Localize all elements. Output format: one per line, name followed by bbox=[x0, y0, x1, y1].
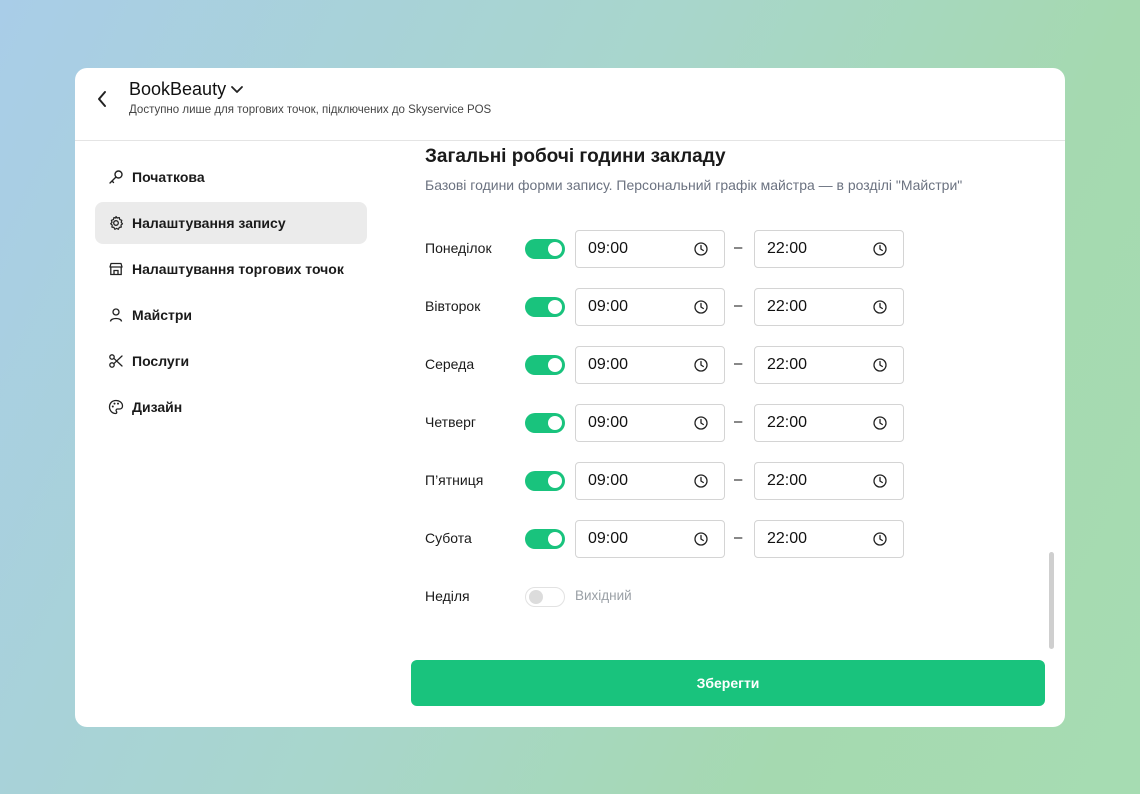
settings-window: BookBeauty Доступно лише для торгових то… bbox=[75, 68, 1065, 727]
day-row-wednesday: Середа 09:00 – 22:00 bbox=[425, 346, 925, 384]
day-row-sunday: Неділя Вихідний bbox=[425, 578, 925, 616]
sidebar-item-label: Налаштування запису bbox=[132, 215, 286, 231]
day-name: Вівторок bbox=[425, 298, 481, 314]
time-to-input[interactable]: 22:00 bbox=[754, 462, 904, 500]
range-separator: – bbox=[734, 297, 743, 314]
day-row-thursday: Четверг 09:00 – 22:00 bbox=[425, 404, 925, 442]
day-toggle[interactable] bbox=[525, 355, 565, 375]
clock-icon[interactable] bbox=[694, 358, 708, 372]
clock-icon[interactable] bbox=[873, 416, 887, 430]
day-toggle[interactable] bbox=[525, 529, 565, 549]
clock-icon[interactable] bbox=[694, 416, 708, 430]
header-subtitle: Доступно лише для торгових точок, підклю… bbox=[129, 104, 492, 116]
sidebar-item-outlet-settings[interactable]: Налаштування торгових точок bbox=[95, 248, 367, 290]
time-to-input[interactable]: 22:00 bbox=[754, 230, 904, 268]
app-name: BookBeauty bbox=[129, 79, 227, 99]
clock-icon[interactable] bbox=[694, 300, 708, 314]
app-switcher[interactable]: BookBeauty bbox=[129, 79, 244, 100]
scrollbar[interactable] bbox=[1049, 552, 1054, 649]
day-toggle[interactable] bbox=[525, 297, 565, 317]
sidebar-item-label: Початкова bbox=[132, 169, 205, 185]
sidebar-item-masters[interactable]: Майстри bbox=[95, 294, 367, 336]
clock-icon[interactable] bbox=[694, 532, 708, 546]
day-name: Субота bbox=[425, 530, 472, 546]
chevron-left-icon bbox=[98, 91, 106, 107]
user-icon bbox=[107, 306, 125, 324]
key-icon bbox=[107, 168, 125, 186]
day-row-friday: П’ятниця 09:00 – 22:00 bbox=[425, 462, 925, 500]
day-toggle[interactable] bbox=[525, 413, 565, 433]
day-name: Четверг bbox=[425, 414, 477, 430]
day-name: Середа bbox=[425, 356, 475, 372]
clock-icon[interactable] bbox=[873, 474, 887, 488]
sidebar-item-label: Дизайн bbox=[132, 399, 183, 415]
clock-icon[interactable] bbox=[873, 242, 887, 256]
day-name: Понеділок bbox=[425, 240, 492, 256]
save-button[interactable]: Зберегти bbox=[411, 660, 1045, 706]
store-icon bbox=[107, 260, 125, 278]
scissors-icon bbox=[107, 352, 125, 370]
sidebar-item-label: Майстри bbox=[132, 307, 193, 323]
sidebar-item-design[interactable]: Дизайн bbox=[95, 386, 367, 428]
clock-icon[interactable] bbox=[873, 358, 887, 372]
gear-icon bbox=[107, 214, 125, 232]
day-off-label: Вихідний bbox=[575, 588, 632, 603]
sidebar: Початкова Налаштування запису Налаштуван… bbox=[95, 156, 367, 432]
palette-icon bbox=[107, 398, 125, 416]
time-to-input[interactable]: 22:00 bbox=[754, 520, 904, 558]
sidebar-item-start[interactable]: Початкова bbox=[95, 156, 367, 198]
range-separator: – bbox=[734, 413, 743, 430]
clock-icon[interactable] bbox=[873, 300, 887, 314]
time-from-input[interactable]: 09:00 bbox=[575, 520, 725, 558]
time-from-input[interactable]: 09:00 bbox=[575, 404, 725, 442]
time-from-input[interactable]: 09:00 bbox=[575, 462, 725, 500]
section-description: Базові години форми запису. Персональний… bbox=[425, 177, 963, 193]
sidebar-item-label: Послуги bbox=[132, 353, 190, 369]
range-separator: – bbox=[734, 471, 743, 488]
day-row-saturday: Субота 09:00 – 22:00 bbox=[425, 520, 925, 558]
header: BookBeauty Доступно лише для торгових то… bbox=[75, 68, 1065, 141]
range-separator: – bbox=[734, 529, 743, 546]
clock-icon[interactable] bbox=[873, 532, 887, 546]
range-separator: – bbox=[734, 355, 743, 372]
time-to-input[interactable]: 22:00 bbox=[754, 404, 904, 442]
time-from-input[interactable]: 09:00 bbox=[575, 346, 725, 384]
chevron-down-icon bbox=[231, 85, 243, 93]
time-to-input[interactable]: 22:00 bbox=[754, 288, 904, 326]
range-separator: – bbox=[734, 239, 743, 256]
day-toggle[interactable] bbox=[525, 239, 565, 259]
day-row-monday: Понеділок 09:00 – 22:00 bbox=[425, 230, 925, 268]
clock-icon[interactable] bbox=[694, 474, 708, 488]
clock-icon[interactable] bbox=[694, 242, 708, 256]
back-button[interactable] bbox=[91, 88, 113, 110]
time-to-input[interactable]: 22:00 bbox=[754, 346, 904, 384]
time-from-input[interactable]: 09:00 bbox=[575, 230, 725, 268]
day-name: П’ятниця bbox=[425, 472, 484, 488]
day-name: Неділя bbox=[425, 588, 470, 604]
day-toggle[interactable] bbox=[525, 587, 565, 607]
time-from-input[interactable]: 09:00 bbox=[575, 288, 725, 326]
sidebar-item-label: Налаштування торгових точок bbox=[132, 261, 344, 277]
main-content: Загальні робочі години закладу Базові го… bbox=[425, 146, 1045, 607]
day-row-tuesday: Вівторок 09:00 – 22:00 bbox=[425, 288, 925, 326]
day-toggle[interactable] bbox=[525, 471, 565, 491]
sidebar-item-services[interactable]: Послуги bbox=[95, 340, 367, 382]
sidebar-item-booking-settings[interactable]: Налаштування запису bbox=[95, 202, 367, 244]
section-title: Загальні робочі години закладу bbox=[425, 146, 726, 167]
